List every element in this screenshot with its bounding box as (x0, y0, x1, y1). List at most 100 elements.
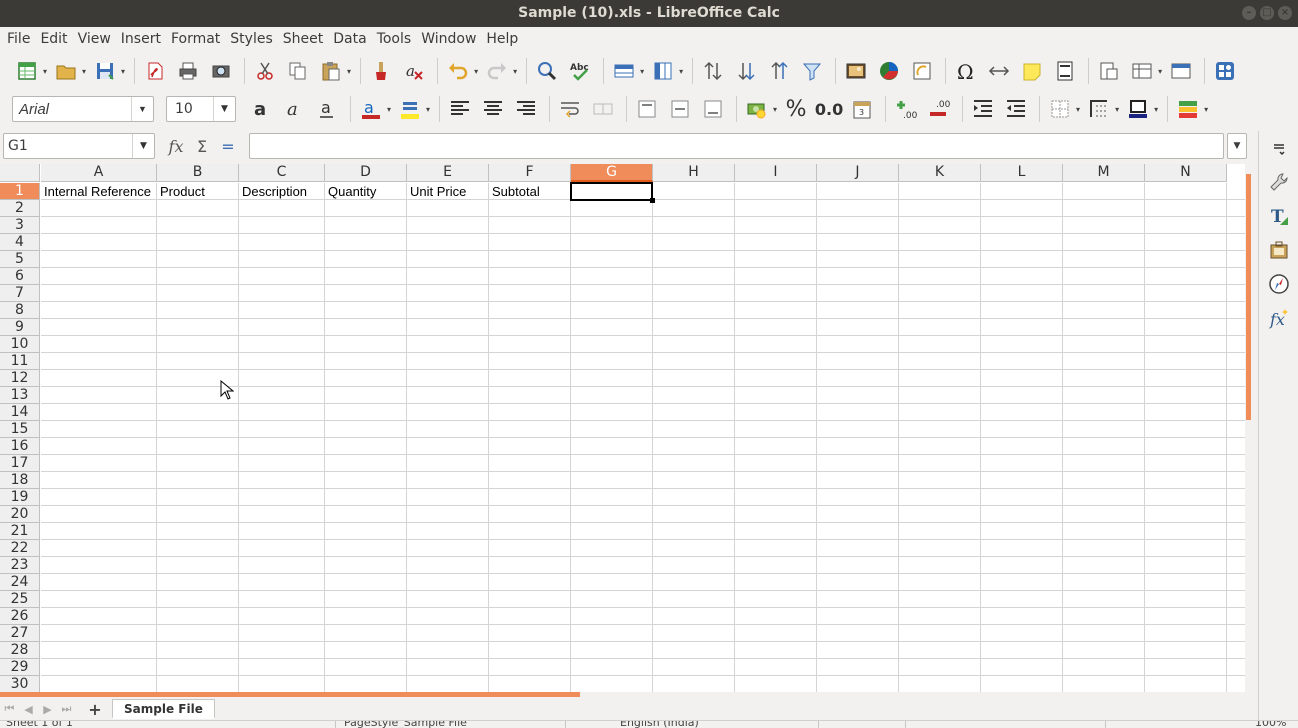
cell-d1[interactable]: Quantity (325, 183, 407, 200)
function-wizard-icon[interactable]: fx (166, 135, 186, 157)
align-center-button[interactable] (478, 94, 508, 124)
new-dropdown-icon[interactable]: ▾ (43, 67, 47, 76)
open-button[interactable] (51, 56, 81, 86)
bold-button[interactable]: a (246, 94, 276, 124)
column-header-d[interactable]: D (325, 164, 407, 182)
row-header-15[interactable]: 15 (0, 421, 40, 438)
new-button[interactable] (12, 56, 42, 86)
special-character-button[interactable]: Ω (951, 56, 981, 86)
column-button[interactable] (648, 56, 678, 86)
row-header-19[interactable]: 19 (0, 489, 40, 506)
define-print-area-button[interactable] (1094, 56, 1124, 86)
column-header-i[interactable]: I (735, 164, 817, 182)
cell-c1[interactable]: Description (239, 183, 325, 200)
paste-button[interactable] (316, 56, 346, 86)
insert-chart-button[interactable] (874, 56, 904, 86)
zoom-level[interactable]: 100% (1255, 721, 1286, 728)
font-color-button[interactable]: a (356, 94, 386, 124)
background-color-dropdown-icon[interactable]: ▾ (426, 105, 430, 114)
cut-button[interactable] (250, 56, 280, 86)
row-header-24[interactable]: 24 (0, 574, 40, 591)
page-style[interactable]: PageStyle_Sample File (344, 721, 467, 728)
row-header-27[interactable]: 27 (0, 625, 40, 642)
currency-dropdown-icon[interactable]: ▾ (773, 105, 777, 114)
conditional-formatting-button[interactable] (1173, 94, 1203, 124)
menu-data[interactable]: Data (328, 27, 371, 52)
row-header-12[interactable]: 12 (0, 370, 40, 387)
border-color-dropdown-icon[interactable]: ▾ (1154, 105, 1158, 114)
menu-edit[interactable]: Edit (35, 27, 72, 52)
row-header-8[interactable]: 8 (0, 302, 40, 319)
column-header-f[interactable]: F (489, 164, 571, 182)
decrease-indent-button[interactable] (1001, 94, 1031, 124)
row-header-30[interactable]: 30 (0, 676, 40, 692)
sort-descending-button[interactable] (764, 56, 794, 86)
freeze-dropdown-icon[interactable]: ▾ (1158, 67, 1162, 76)
cell-area[interactable] (41, 183, 1245, 692)
row-header-7[interactable]: 7 (0, 285, 40, 302)
row-header-14[interactable]: 14 (0, 404, 40, 421)
undo-button[interactable] (443, 56, 473, 86)
menu-help[interactable]: Help (481, 27, 523, 52)
font-name-dropdown-icon[interactable]: ▼ (131, 97, 153, 121)
row-header-22[interactable]: 22 (0, 540, 40, 557)
expand-formula-bar-icon[interactable]: ▼ (1227, 133, 1247, 159)
row-header-13[interactable]: 13 (0, 387, 40, 404)
sidebar-functions-button[interactable]: fx (1259, 301, 1298, 335)
column-header-h[interactable]: H (653, 164, 735, 182)
row-header-29[interactable]: 29 (0, 659, 40, 676)
italic-button[interactable]: a (279, 94, 309, 124)
column-header-j[interactable]: J (817, 164, 899, 182)
sidebar-gallery-button[interactable] (1259, 233, 1298, 267)
menu-view[interactable]: View (73, 27, 116, 52)
vertical-scrollbar[interactable] (1245, 164, 1252, 692)
menu-styles[interactable]: Styles (225, 27, 277, 52)
menu-sheet[interactable]: Sheet (278, 27, 328, 52)
menu-tools[interactable]: Tools (372, 27, 417, 52)
row-header-25[interactable]: 25 (0, 591, 40, 608)
border-style-dropdown-icon[interactable]: ▾ (1115, 105, 1119, 114)
format-as-number-button[interactable]: 0.0 (814, 94, 844, 124)
horizontal-scroll-thumb[interactable] (0, 692, 580, 697)
row-header-11[interactable]: 11 (0, 353, 40, 370)
format-as-percent-button[interactable]: % (781, 94, 811, 124)
open-dropdown-icon[interactable]: ▾ (82, 67, 86, 76)
column-header-c[interactable]: C (239, 164, 325, 182)
select-all-corner[interactable] (0, 164, 40, 182)
undo-dropdown-icon[interactable]: ▾ (474, 67, 478, 76)
wrap-text-button[interactable] (555, 94, 585, 124)
first-sheet-icon[interactable]: ⏮ (0, 702, 19, 716)
row-header-2[interactable]: 2 (0, 200, 40, 217)
row-button[interactable] (609, 56, 639, 86)
close-button[interactable]: × (1278, 6, 1292, 20)
maximize-button[interactable]: □ (1260, 6, 1274, 20)
increase-indent-button[interactable] (968, 94, 998, 124)
font-size-dropdown-icon[interactable]: ▼ (213, 97, 235, 121)
row-header-3[interactable]: 3 (0, 217, 40, 234)
clone-formatting-button[interactable] (366, 56, 396, 86)
last-sheet-icon[interactable]: ⏭ (57, 702, 76, 716)
center-vertically-button[interactable] (665, 94, 695, 124)
column-header-b[interactable]: B (157, 164, 239, 182)
clear-formatting-button[interactable]: a (399, 56, 429, 86)
column-header-n[interactable]: N (1145, 164, 1227, 182)
print-preview-button[interactable] (206, 56, 236, 86)
spelling-button[interactable]: Abc (565, 56, 595, 86)
sidebar-properties-button[interactable] (1259, 165, 1298, 199)
show-draw-functions-button[interactable] (1210, 56, 1240, 86)
formula-input[interactable] (249, 133, 1224, 159)
cell-b1[interactable]: Product (157, 183, 239, 200)
menu-insert[interactable]: Insert (116, 27, 166, 52)
column-header-k[interactable]: K (899, 164, 981, 182)
background-color-button[interactable] (395, 94, 425, 124)
row-header-28[interactable]: 28 (0, 642, 40, 659)
borders-dropdown-icon[interactable]: ▾ (1076, 105, 1080, 114)
column-header-a[interactable]: A (41, 164, 157, 182)
font-size-combobox[interactable]: 10 ▼ (166, 96, 236, 122)
row-header-9[interactable]: 9 (0, 319, 40, 336)
freeze-rows-columns-button[interactable] (1127, 56, 1157, 86)
spreadsheet-grid[interactable]: A B C D E F G H I J K L M N 1 2 3 4 5 6 7 8 9 10 11 12 13 14 15 16 17 1… (0, 164, 1245, 692)
next-sheet-icon[interactable]: ▶ (38, 703, 57, 716)
cell-f1[interactable]: Subtotal (489, 183, 571, 200)
sort-ascending-button[interactable] (731, 56, 761, 86)
